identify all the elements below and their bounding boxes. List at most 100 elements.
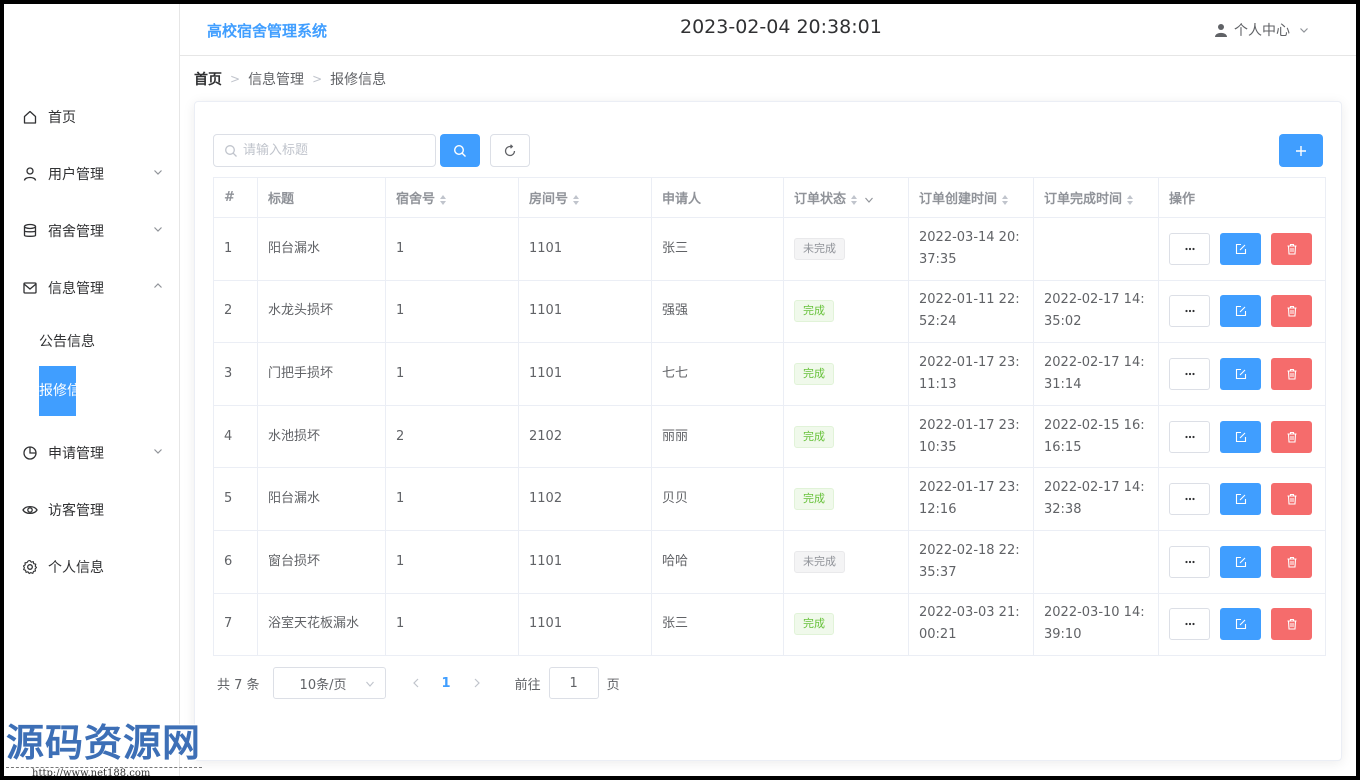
trash-icon (1287, 556, 1296, 568)
cell-dorm: 2 (385, 404, 519, 469)
sort-icon[interactable] (850, 194, 858, 206)
more-button[interactable] (1169, 608, 1210, 641)
delete-button[interactable] (1271, 545, 1312, 578)
column-header-room[interactable]: 房间号 (518, 177, 652, 218)
cell-created: 2022-01-11 22:52:24 (908, 279, 1034, 344)
delete-button[interactable] (1271, 420, 1312, 453)
cell-index: 7 (213, 592, 258, 657)
more-button[interactable] (1169, 545, 1210, 578)
delete-button[interactable] (1271, 232, 1312, 265)
goto-page-input[interactable]: 1 (548, 667, 599, 699)
page-suffix: 页 (606, 677, 620, 693)
edit-icon (1235, 306, 1246, 317)
edit-button[interactable] (1220, 545, 1261, 578)
sidebar-item-home[interactable]: 首页 (4, 88, 180, 145)
more-button[interactable] (1169, 420, 1210, 453)
column-header-status[interactable]: 订单状态 (783, 177, 909, 218)
page-number-current[interactable]: 1 (442, 676, 451, 691)
sidebar-item-applications[interactable]: 申请管理 (4, 424, 180, 481)
plus-icon (1296, 145, 1306, 156)
pagination-total: 共 7 条 (217, 677, 260, 693)
cell-applicant: 贝贝 (651, 467, 784, 531)
edit-button[interactable] (1220, 357, 1261, 390)
search-box[interactable] (213, 134, 436, 167)
edit-icon (1235, 556, 1246, 567)
edit-button[interactable] (1220, 420, 1261, 453)
cell-created: 2022-02-18 22:35:37 (908, 529, 1034, 594)
sidebar-item-profile[interactable]: 个人信息 (4, 538, 180, 595)
delete-button[interactable] (1271, 483, 1312, 516)
search-icon (225, 144, 237, 157)
row-actions (1169, 420, 1315, 453)
cell-title: 阳台漏水 (257, 467, 386, 531)
search-button[interactable] (440, 134, 480, 167)
trash-icon (1287, 243, 1296, 255)
sidebar-subitem-notices[interactable]: 公告信息 (4, 316, 180, 366)
page-size-select[interactable]: 10条/页 (272, 667, 386, 699)
add-button[interactable] (1279, 134, 1323, 167)
sidebar-item-users[interactable]: 用户管理 (4, 145, 180, 202)
status-badge: 完成 (794, 362, 834, 385)
sort-icon[interactable] (1001, 194, 1009, 206)
breadcrumb-info: 信息管理 (248, 72, 305, 88)
cell-index: 4 (213, 404, 258, 469)
sidebar-subitem-label: 公告信息 (39, 334, 95, 350)
column-header-dorm[interactable]: 宿舍号 (385, 177, 519, 218)
goto-page-value: 1 (569, 675, 578, 691)
sidebar-item-dorms[interactable]: 宿舍管理 (4, 202, 180, 259)
cell-applicant: 丽丽 (651, 404, 784, 469)
cell-room: 1101 (518, 342, 652, 406)
delete-button[interactable] (1271, 608, 1312, 641)
edit-button[interactable] (1220, 232, 1261, 265)
edit-button[interactable] (1220, 295, 1261, 328)
search-input[interactable] (243, 143, 423, 158)
edit-button[interactable] (1220, 608, 1261, 641)
reset-button[interactable] (490, 134, 530, 167)
cell-finished: 2022-03-10 14:39:10 (1033, 592, 1159, 657)
goto-label: 前往 (514, 677, 541, 693)
current-datetime: 2023-02-04 20:38:01 (680, 16, 882, 38)
cell-created: 2022-01-17 23:12:16 (908, 467, 1034, 531)
cell-title: 门把手损坏 (257, 342, 386, 406)
cell-applicant: 张三 (651, 217, 784, 281)
next-page-icon[interactable] (471, 677, 483, 689)
sort-icon[interactable] (439, 194, 447, 206)
more-button[interactable] (1169, 232, 1210, 265)
sidebar-item-visitors[interactable]: 访客管理 (4, 481, 180, 538)
more-button[interactable] (1169, 357, 1210, 390)
prev-page-icon[interactable] (410, 677, 422, 689)
table-row: 1 阳台漏水 1 1101 张三 未完成 2022-03-14 20:37:35 (213, 217, 1326, 281)
table-row: 4 水池损坏 2 2102 丽丽 完成 2022-01-17 23:10:35 2022-02… (213, 404, 1326, 469)
cell-status: 完成 (783, 592, 909, 657)
column-header-finished[interactable]: 订单完成时间 (1033, 177, 1159, 218)
breadcrumb-home[interactable]: 首页 (194, 69, 222, 89)
app-frame: 首页 用户管理 宿舍管理 信息管理 公告信息 报修信 申请管理 访客管理 个人信… (4, 4, 1356, 776)
edit-icon (1235, 368, 1246, 380)
cell-room: 1102 (518, 467, 652, 531)
page-size-value: 10条/页 (299, 677, 347, 693)
repairs-table: # 标题 宿舍号 房间号 申请人 订单状态 订单创建时间 订单完成时间 操作 1… (213, 177, 1326, 657)
delete-button[interactable] (1271, 357, 1312, 390)
row-actions (1169, 483, 1315, 516)
sort-icon[interactable] (572, 194, 580, 206)
column-header-created[interactable]: 订单创建时间 (908, 177, 1034, 218)
status-badge: 完成 (794, 425, 834, 448)
trash-icon (1287, 368, 1296, 380)
more-icon (1184, 498, 1195, 501)
user-center-dropdown[interactable]: 个人中心 (1214, 20, 1316, 40)
table-header-row: # 标题 宿舍号 房间号 申请人 订单状态 订单创建时间 订单完成时间 操作 (213, 177, 1326, 218)
cell-status: 完成 (783, 467, 909, 531)
delete-button[interactable] (1271, 295, 1312, 328)
sidebar-subitem-repairs[interactable]: 报修信息 (4, 366, 180, 416)
sort-icon[interactable] (1126, 194, 1134, 206)
filter-chevron-icon[interactable] (864, 195, 874, 205)
more-button[interactable] (1169, 483, 1210, 516)
more-button[interactable] (1169, 295, 1210, 328)
sidebar-item-info[interactable]: 信息管理 (4, 259, 180, 316)
edit-button[interactable] (1220, 483, 1261, 516)
user-center-label: 个人中心 (1234, 23, 1290, 39)
cell-dorm: 1 (385, 279, 519, 344)
watermark-text: 源码资源网 (6, 721, 202, 765)
user-icon (22, 166, 38, 182)
trash-icon (1287, 431, 1296, 443)
